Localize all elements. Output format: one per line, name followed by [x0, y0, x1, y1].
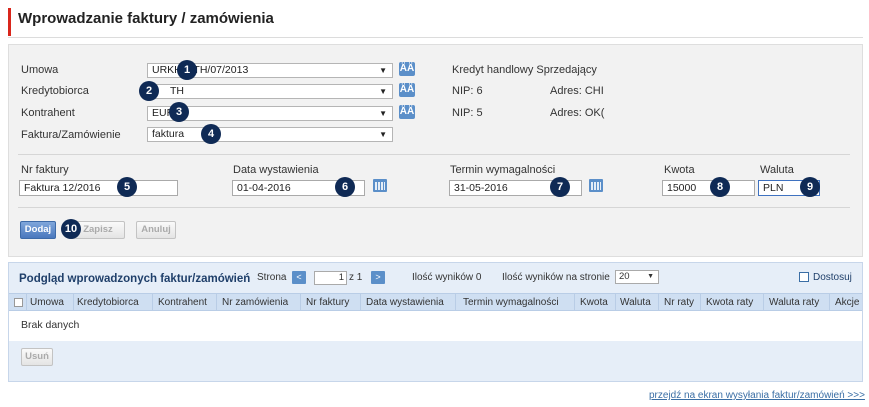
column-header[interactable]: Data wystawienia — [366, 297, 444, 308]
kredyt-title: Kredyt handlowy Sprzedający — [452, 64, 597, 76]
column-separator — [700, 294, 701, 310]
adres-2: Adres: OK( — [550, 107, 605, 119]
title-divider — [8, 37, 863, 38]
step-badge: 3 — [169, 102, 189, 122]
column-header[interactable]: Akcje — [835, 297, 859, 308]
column-separator — [829, 294, 830, 310]
nip-2: NIP: 5 — [452, 107, 483, 119]
column-header[interactable]: Nr raty — [664, 297, 694, 308]
column-separator — [763, 294, 764, 310]
strona-label: Strona — [257, 272, 287, 283]
faktura-zamowienie-value: faktura — [152, 128, 185, 140]
usun-button[interactable]: Usuń — [21, 348, 53, 366]
column-separator — [300, 294, 301, 310]
grid-body — [9, 311, 862, 341]
column-header[interactable]: Kwota raty — [706, 297, 753, 308]
step-badge: 1 — [177, 60, 197, 80]
dodaj-button[interactable]: Dodaj — [20, 221, 56, 239]
waluta-label: Waluta — [760, 164, 794, 176]
nr-faktury-input[interactable]: Faktura 12/2016 — [19, 180, 178, 196]
per-page-value: 20 — [619, 271, 630, 282]
kwota-input[interactable]: 15000 — [662, 180, 755, 196]
page-title: Wprowadzanie faktury / zamówienia — [18, 10, 274, 27]
chevron-down-icon: ▼ — [647, 273, 654, 280]
kredytobiorca-label: Kredytobiorca — [21, 85, 89, 97]
go-to-send-screen-link[interactable]: przejdź na ekran wysyłania faktur/zamówi… — [649, 390, 865, 401]
faktura-zamowienie-select[interactable]: faktura ▼ — [147, 127, 393, 142]
umowa-label: Umowa — [21, 64, 59, 76]
column-header[interactable]: Kontrahent — [158, 297, 207, 308]
adres-1: Adres: CHI — [550, 85, 604, 97]
dostosuj-link[interactable]: Dostosuj — [813, 272, 852, 283]
kontrahent-label: Kontrahent — [21, 107, 75, 119]
column-separator — [152, 294, 153, 310]
kwota-label: Kwota — [664, 164, 695, 176]
page-of-label: z 1 — [349, 272, 363, 283]
column-separator — [658, 294, 659, 310]
column-header[interactable]: Waluta — [620, 297, 651, 308]
grid-title: Podgląd wprowadzonych faktur/zamówień — [19, 273, 251, 285]
binoculars-icon[interactable]: ÄÄ — [399, 105, 415, 119]
column-header[interactable]: Kwota — [580, 297, 608, 308]
column-separator — [455, 294, 456, 310]
column-separator — [216, 294, 217, 310]
chevron-down-icon: ▼ — [379, 130, 387, 139]
form-divider — [18, 154, 850, 155]
umowa-value: URKH/...TH/07/2013 — [152, 64, 249, 76]
per-page-label: Ilość wyników na stronie — [502, 272, 610, 283]
step-badge: 4 — [201, 124, 221, 144]
anuluj-button[interactable]: Anuluj — [136, 221, 176, 239]
step-badge: 10 — [61, 219, 81, 239]
column-separator — [574, 294, 575, 310]
binoculars-icon[interactable]: ÄÄ — [399, 83, 415, 97]
column-separator — [360, 294, 361, 310]
per-page-select[interactable]: 20 ▼ — [615, 270, 659, 284]
page-input[interactable]: 1 — [314, 271, 347, 285]
column-separator — [26, 294, 27, 310]
kredytobiorca-value: TH — [170, 85, 184, 97]
kredytobiorca-select[interactable]: TH ▼ — [147, 84, 393, 99]
calendar-icon[interactable] — [589, 179, 603, 192]
step-badge: 5 — [117, 177, 137, 197]
column-header[interactable]: Nr faktury — [306, 297, 349, 308]
step-badge: 7 — [550, 177, 570, 197]
empty-message: Brak danych — [21, 319, 80, 331]
column-header[interactable]: Waluta raty — [769, 297, 819, 308]
edit-icon[interactable] — [799, 272, 809, 282]
faktura-zamowienie-label: Faktura/Zamówienie — [21, 129, 121, 141]
prev-page-button[interactable]: < — [292, 271, 306, 284]
results-count: Ilość wyników 0 — [412, 272, 482, 283]
column-header[interactable]: Nr zamówienia — [222, 297, 288, 308]
column-separator — [615, 294, 616, 310]
chevron-down-icon: ▼ — [379, 109, 387, 118]
calendar-icon[interactable] — [373, 179, 387, 192]
form-divider — [18, 207, 850, 208]
nip-1: NIP: 6 — [452, 85, 483, 97]
termin-wymagalnosci-label: Termin wymagalności — [450, 164, 556, 176]
chevron-down-icon: ▼ — [379, 87, 387, 96]
column-header[interactable]: Termin wymagalności — [463, 297, 559, 308]
step-badge: 9 — [800, 177, 820, 197]
data-wystawienia-label: Data wystawienia — [233, 164, 319, 176]
step-badge: 2 — [139, 81, 159, 101]
nr-faktury-label: Nr faktury — [21, 164, 69, 176]
select-all-checkbox[interactable] — [14, 298, 23, 307]
binoculars-icon[interactable]: ÄÄ — [399, 62, 415, 76]
chevron-down-icon: ▼ — [379, 66, 387, 75]
column-separator — [73, 294, 74, 310]
next-page-button[interactable]: > — [371, 271, 385, 284]
column-header[interactable]: Kredytobiorca — [77, 297, 139, 308]
step-badge: 8 — [710, 177, 730, 197]
column-header[interactable]: Umowa — [30, 297, 64, 308]
step-badge: 6 — [335, 177, 355, 197]
